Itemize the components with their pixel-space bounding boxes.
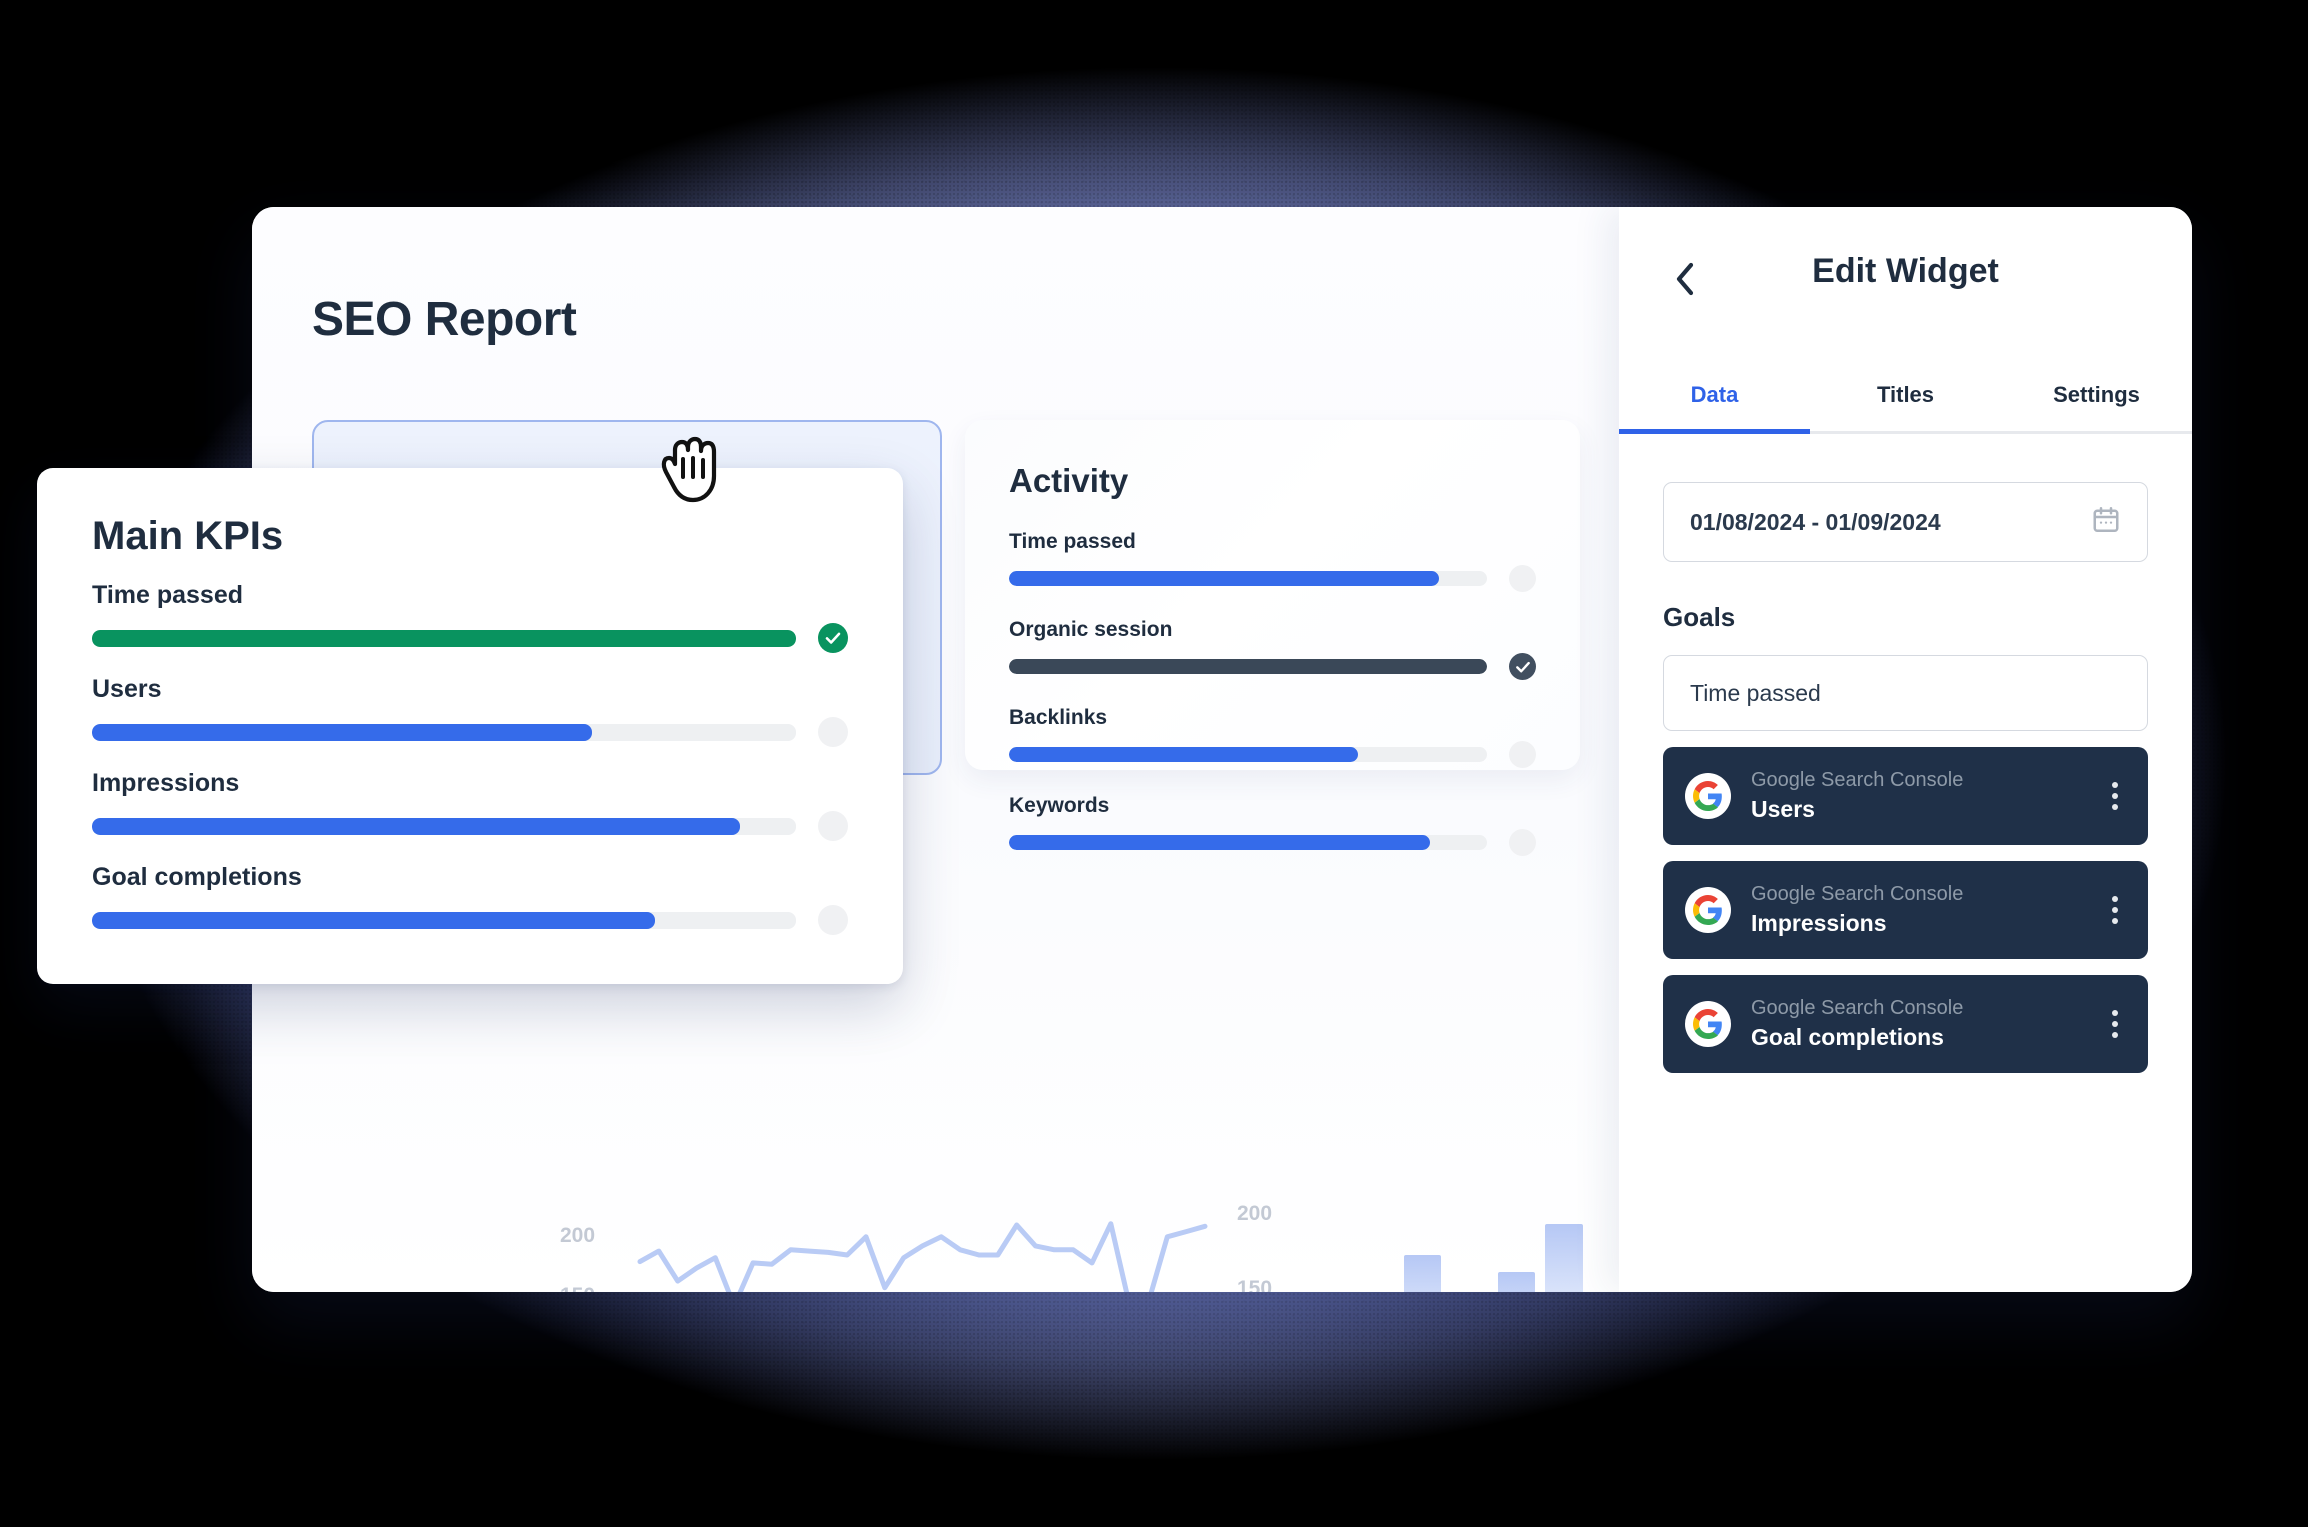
bar <box>1403 1254 1441 1292</box>
bar <box>1545 1224 1583 1292</box>
status-check-icon <box>1509 653 1536 680</box>
metric-row: Goal completions <box>92 863 848 935</box>
metric-label: Impressions <box>92 769 240 797</box>
kebab-menu-icon[interactable] <box>2112 896 2118 924</box>
status-dot <box>1509 829 1536 856</box>
metric-label: Goal completions <box>92 863 302 891</box>
metric-row: Time passed <box>1009 530 1536 592</box>
goal-item-text: Google Search Console Goal completions <box>1751 997 1963 1051</box>
y-axis-tick-label: 200 <box>560 1224 596 1247</box>
progress-track <box>1009 835 1487 850</box>
goal-item-source: Google Search Console <box>1751 769 1964 791</box>
edit-widget-panel: Edit Widget Data Titles Settings 01/08/2… <box>1619 207 2192 1292</box>
metric-label: Organic session <box>1009 618 1173 641</box>
progress-track <box>1009 659 1487 674</box>
goal-item-name: Users <box>1751 796 1815 822</box>
status-dot <box>818 811 848 841</box>
calendar-icon[interactable] <box>2091 505 2121 540</box>
goal-item-goal-completions[interactable]: Google Search Console Goal completions <box>1663 975 2148 1073</box>
kebab-menu-icon[interactable] <box>2112 782 2118 810</box>
status-check-icon <box>818 623 848 653</box>
progress-track <box>92 723 796 741</box>
status-dot <box>1509 565 1536 592</box>
panel-header: Edit Widget <box>1619 207 2192 359</box>
active-tab-indicator <box>1619 429 1810 434</box>
panel-title: Edit Widget <box>1812 252 1999 290</box>
screenshot-root: SEO Report Activity Time passed Organic … <box>0 0 2308 1527</box>
status-dot <box>818 717 848 747</box>
background-line-chart: 200 150 100 <box>552 1172 1212 1292</box>
progress-fill <box>92 723 592 741</box>
goal-item-users[interactable]: Google Search Console Users <box>1663 747 2148 845</box>
status-dot <box>1509 741 1536 768</box>
date-range-value: 01/08/2024 - 01/09/2024 <box>1690 508 1941 535</box>
goal-item-source: Google Search Console <box>1751 997 1964 1019</box>
progress-track <box>92 911 796 929</box>
date-range-field[interactable]: 01/08/2024 - 01/09/2024 <box>1663 482 2148 562</box>
metric-row: Impressions <box>92 769 848 841</box>
google-icon <box>1685 773 1731 819</box>
progress-fill <box>92 817 740 835</box>
goal-name-input[interactable]: Time passed <box>1663 655 2148 731</box>
tab-titles[interactable]: Titles <box>1810 359 2001 431</box>
main-kpis-widget-card[interactable]: Main KPIs Time passed Users Impressions … <box>37 468 903 984</box>
metric-row: Organic session <box>1009 618 1536 680</box>
goal-item-name: Impressions <box>1751 910 1887 936</box>
page-title: SEO Report <box>312 293 577 346</box>
progress-fill <box>1009 747 1358 762</box>
progress-fill <box>1009 659 1487 674</box>
progress-track <box>92 629 796 647</box>
progress-fill <box>1009 835 1430 850</box>
goals-section-label: Goals <box>1663 602 1736 632</box>
metric-row: Users <box>92 675 848 747</box>
y-axis-tick-label: 150 <box>1237 1277 1273 1292</box>
activity-widget-card[interactable]: Activity Time passed Organic session Bac… <box>965 420 1580 856</box>
goal-item-text: Google Search Console Users <box>1751 769 1963 823</box>
google-icon <box>1685 1001 1731 1047</box>
y-axis-tick-label: 200 <box>1237 1202 1273 1225</box>
panel-body: 01/08/2024 - 01/09/2024 Goals Time passe… <box>1619 434 2192 1073</box>
bar <box>1498 1271 1536 1292</box>
status-dot <box>818 905 848 935</box>
goal-item-impressions[interactable]: Google Search Console Impressions <box>1663 861 2148 959</box>
kebab-menu-icon[interactable] <box>2112 1010 2118 1038</box>
google-icon <box>1685 887 1731 933</box>
progress-track <box>1009 747 1487 762</box>
grab-hand-cursor <box>656 432 720 506</box>
metric-label: Keywords <box>1009 794 1110 817</box>
metric-label: Time passed <box>92 581 244 609</box>
progress-fill <box>92 911 656 929</box>
activity-card-title: Activity <box>1009 462 1129 499</box>
metric-row: Time passed <box>92 581 848 653</box>
line-chart-svg <box>637 1221 1208 1292</box>
metric-row: Backlinks <box>1009 706 1536 768</box>
panel-tabs: Data Titles Settings <box>1619 359 2192 434</box>
goal-item-source: Google Search Console <box>1751 883 1964 905</box>
goal-item-text: Google Search Console Impressions <box>1751 883 1963 937</box>
progress-track <box>1009 571 1487 586</box>
progress-fill <box>1009 571 1440 586</box>
metric-label: Backlinks <box>1009 706 1108 729</box>
metric-label: Users <box>92 675 162 703</box>
metric-label: Time passed <box>1009 530 1136 553</box>
tab-data[interactable]: Data <box>1619 359 1810 431</box>
goal-item-name: Goal completions <box>1751 1024 1944 1050</box>
progress-track <box>92 817 796 835</box>
kpi-card-title: Main KPIs <box>92 514 284 558</box>
tab-settings[interactable]: Settings <box>2001 359 2192 431</box>
progress-fill <box>92 629 796 647</box>
metric-row: Keywords <box>1009 794 1536 856</box>
y-axis-tick-label: 150 <box>560 1284 595 1292</box>
